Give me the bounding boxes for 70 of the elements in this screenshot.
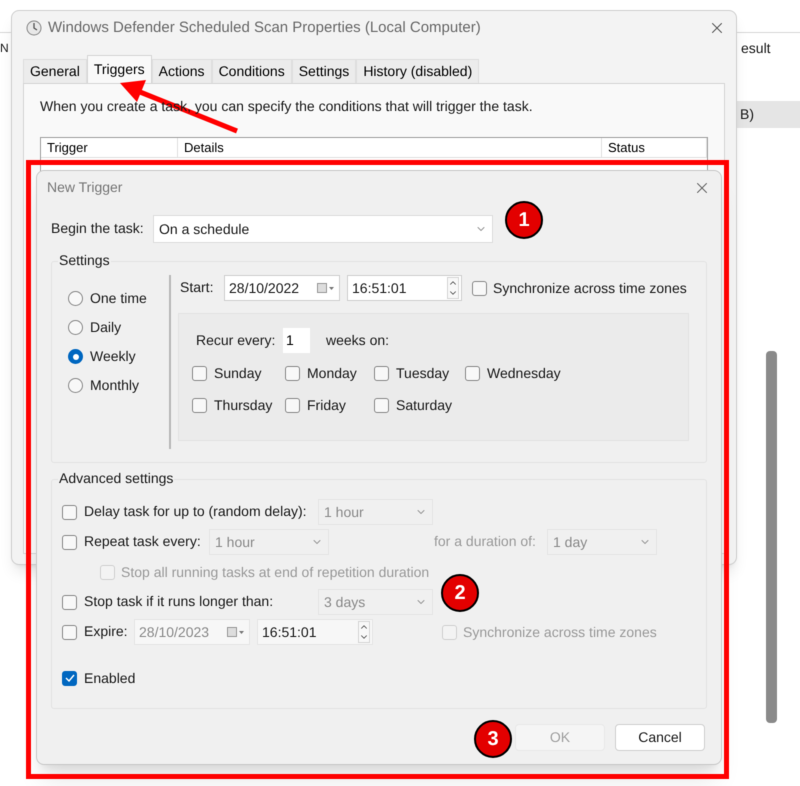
cancel-button[interactable]: Cancel	[615, 724, 705, 751]
column-heading[interactable]: Trigger	[41, 138, 178, 157]
column-heading: esult	[741, 39, 771, 58]
checkbox-label: Repeat task every:	[84, 533, 201, 549]
checkbox[interactable]	[62, 624, 77, 640]
checkbox[interactable]	[62, 534, 77, 550]
checkbox-label: Sunday	[214, 364, 262, 383]
scrollbar[interactable]	[766, 351, 777, 723]
checkbox-label: Wednesday	[487, 364, 561, 383]
checkbox[interactable]	[374, 366, 389, 380]
checkbox-label: Tuesday	[396, 364, 450, 383]
checkbox-label: Synchronize across time zones	[463, 622, 657, 642]
radio-label: One time	[90, 289, 147, 308]
radio-label: Weekly	[90, 347, 136, 366]
checkbox[interactable]	[472, 280, 487, 296]
radio-label: Monthly	[90, 376, 140, 395]
radio-button[interactable]	[68, 320, 83, 335]
tab[interactable]: History (disabled)	[356, 59, 480, 83]
field-label: Begin the task:	[51, 220, 144, 236]
time-field[interactable]: 16:51:01	[347, 275, 462, 301]
column-heading[interactable]: Status	[602, 138, 707, 157]
checkbox-label: Synchronize across time zones	[493, 278, 687, 298]
group-title: Settings	[59, 252, 110, 268]
tab[interactable]: Settings	[292, 59, 356, 83]
checkbox[interactable]	[62, 670, 77, 686]
time-field[interactable]: 16:51:01	[257, 619, 373, 645]
tab[interactable]: Conditions	[212, 59, 292, 83]
checkbox-label: Friday	[307, 396, 346, 415]
checkbox[interactable]	[465, 366, 480, 380]
radio-button[interactable]	[68, 349, 83, 364]
field-label: weeks on:	[326, 332, 390, 348]
checkbox-label: Enabled	[84, 668, 136, 688]
group-title: Advanced settings	[59, 470, 174, 486]
tab[interactable]: General	[23, 59, 87, 83]
radio-button[interactable]	[68, 291, 83, 306]
spin-buttons[interactable]	[447, 277, 459, 299]
field-label: for a duration of:	[434, 533, 536, 549]
checkbox[interactable]	[374, 398, 389, 412]
checkbox-label: Delay task for up to (random delay):	[84, 503, 307, 519]
checkbox-label: Saturday	[396, 396, 452, 415]
column-heading: N	[0, 40, 9, 57]
checkbox[interactable]	[192, 398, 207, 412]
field-label: Recur every:	[196, 332, 276, 348]
checkbox[interactable]	[62, 594, 77, 610]
calendar-icon	[317, 283, 335, 293]
column-heading[interactable]: Details	[178, 138, 602, 157]
checkbox[interactable]	[62, 504, 77, 520]
radio-label: Daily	[90, 318, 122, 337]
date-field[interactable]: 28/10/2022	[224, 275, 340, 301]
checkbox[interactable]	[192, 366, 207, 380]
tab[interactable]: Triggers	[86, 55, 152, 83]
checkbox-label: Stop all running tasks at end of repetition duration	[121, 562, 430, 582]
clock-icon	[26, 20, 42, 36]
checkbox[interactable]	[285, 366, 300, 380]
checkbox[interactable]	[285, 398, 300, 412]
recur-input[interactable]: 1	[283, 328, 310, 353]
checkbox-label: Expire:	[84, 623, 128, 639]
spin-buttons[interactable]	[358, 621, 370, 643]
checkbox-label: Stop task if it runs longer than:	[84, 593, 274, 609]
begin-task-dropdown[interactable]: On a schedule	[153, 215, 493, 243]
radio-button[interactable]	[68, 378, 83, 393]
field-label: Start:	[180, 279, 214, 295]
check-icon	[64, 674, 74, 682]
window-title: Windows Defender Scheduled Scan Properties (Local Computer)	[48, 18, 481, 38]
table-cell-text: B)	[740, 105, 754, 124]
checkbox-label: Monday	[307, 364, 357, 383]
tab[interactable]: Actions	[152, 59, 212, 83]
calendar-icon	[227, 627, 245, 637]
checkbox-label: Thursday	[214, 396, 272, 415]
dialog-title: New Trigger	[47, 178, 122, 197]
